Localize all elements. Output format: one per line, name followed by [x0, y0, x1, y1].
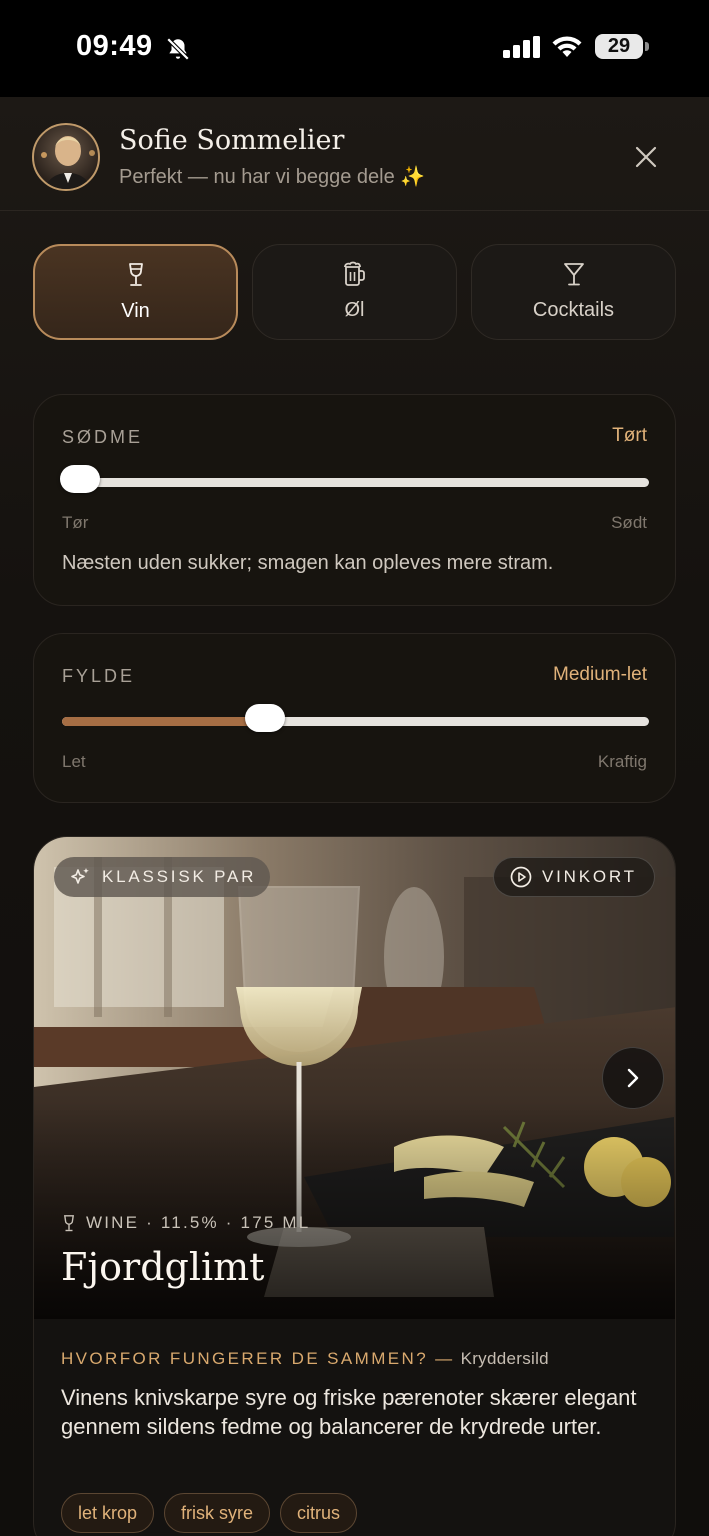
bell-muted-icon [166, 37, 190, 61]
sweetness-slider[interactable] [59, 465, 649, 493]
sommelier-sheet: Sofie Sommelier Perfekt — nu har vi begg… [0, 97, 709, 1536]
wine-name: Fjordglimt [61, 1245, 265, 1289]
sweetness-value: Tørt [612, 425, 647, 446]
tab-wine-label: Vin [121, 300, 150, 322]
tab-beer-label: Øl [344, 299, 365, 321]
body-slider[interactable] [62, 704, 649, 732]
tab-cocktails-label: Cocktails [532, 299, 615, 321]
cocktail-glass-icon [563, 263, 584, 286]
body-card: FYLDE Medium-let Let Kraftig [33, 633, 676, 803]
sommelier-name: Sofie Sommelier [119, 125, 345, 156]
close-button[interactable] [626, 137, 666, 177]
tab-beer[interactable]: Øl [252, 244, 457, 340]
sweetness-description: Næsten uden sukker; smagen kan opleves m… [62, 552, 554, 574]
wine-meta-text: WINE · 11.5% · 175 ML [86, 1213, 311, 1232]
status-bar: 09:49 29 [0, 0, 709, 97]
sweetness-min-label: Tør [62, 513, 89, 532]
wine-meta: WINE · 11.5% · 175 ML [62, 1213, 310, 1233]
body-title: FYLDE [62, 666, 136, 686]
sweetness-card: SØDME Tørt Tør Sødt Næsten uden sukker; … [33, 394, 676, 606]
chevron-right-icon [627, 1068, 639, 1088]
cellular-signal-icon [503, 36, 540, 58]
tag-chip: citrus [280, 1493, 358, 1533]
classic-pair-badge: KLASSISK PAR [54, 857, 270, 897]
tab-wine[interactable]: Vin [33, 244, 238, 340]
body-thumb[interactable] [244, 704, 285, 732]
close-icon [635, 146, 657, 168]
avatar [32, 123, 100, 191]
battery-level: 29 [607, 35, 631, 57]
tag-chip: frisk syre [164, 1493, 271, 1533]
body-min-label: Let [62, 752, 86, 771]
sweetness-title: SØDME [62, 427, 144, 447]
wine-glass-icon [63, 1214, 75, 1231]
tag-list: let krop frisk syre citrus [61, 1493, 358, 1533]
classic-pair-label: KLASSISK PAR [102, 867, 257, 886]
body-value: Medium-let [553, 664, 647, 685]
sommelier-header: Sofie Sommelier Perfekt — nu har vi begg… [0, 97, 709, 211]
beer-mug-icon [343, 261, 365, 286]
body-max-label: Kraftig [597, 752, 647, 771]
why-heading: HVORFOR FUNGERER DE SAMMEN? — Kryddersild [61, 1349, 549, 1369]
tab-cocktails[interactable]: Cocktails [471, 244, 676, 340]
battery-indicator: 29 [595, 34, 643, 59]
sommelier-subtitle: Perfekt — nu har vi begge dele ✨ [119, 166, 426, 188]
why-explanation: Vinens knivskarpe syre og friske pærenot… [61, 1385, 637, 1439]
wine-glass-icon [128, 263, 143, 286]
play-circle-icon [510, 866, 532, 888]
why-title: HVORFOR FUNGERER DE SAMMEN? — [61, 1349, 455, 1368]
sweetness-max-label: Sødt [611, 513, 647, 532]
next-pairing-button[interactable] [602, 1047, 664, 1109]
status-time: 09:49 [76, 30, 153, 62]
wine-menu-label: VINKORT [542, 867, 637, 886]
dish-name: Kryddersild [460, 1349, 549, 1368]
wifi-icon [552, 36, 582, 57]
sweetness-thumb[interactable] [59, 465, 100, 493]
body-fill [62, 717, 265, 726]
pairing-card[interactable]: KLASSISK PAR VINKORT WINE · 11.5% · 175 … [33, 836, 676, 1536]
tag-chip: let krop [61, 1493, 155, 1533]
wine-menu-button[interactable]: VINKORT [493, 857, 655, 897]
battery-cap [645, 42, 649, 51]
sparkles-icon [71, 868, 89, 884]
